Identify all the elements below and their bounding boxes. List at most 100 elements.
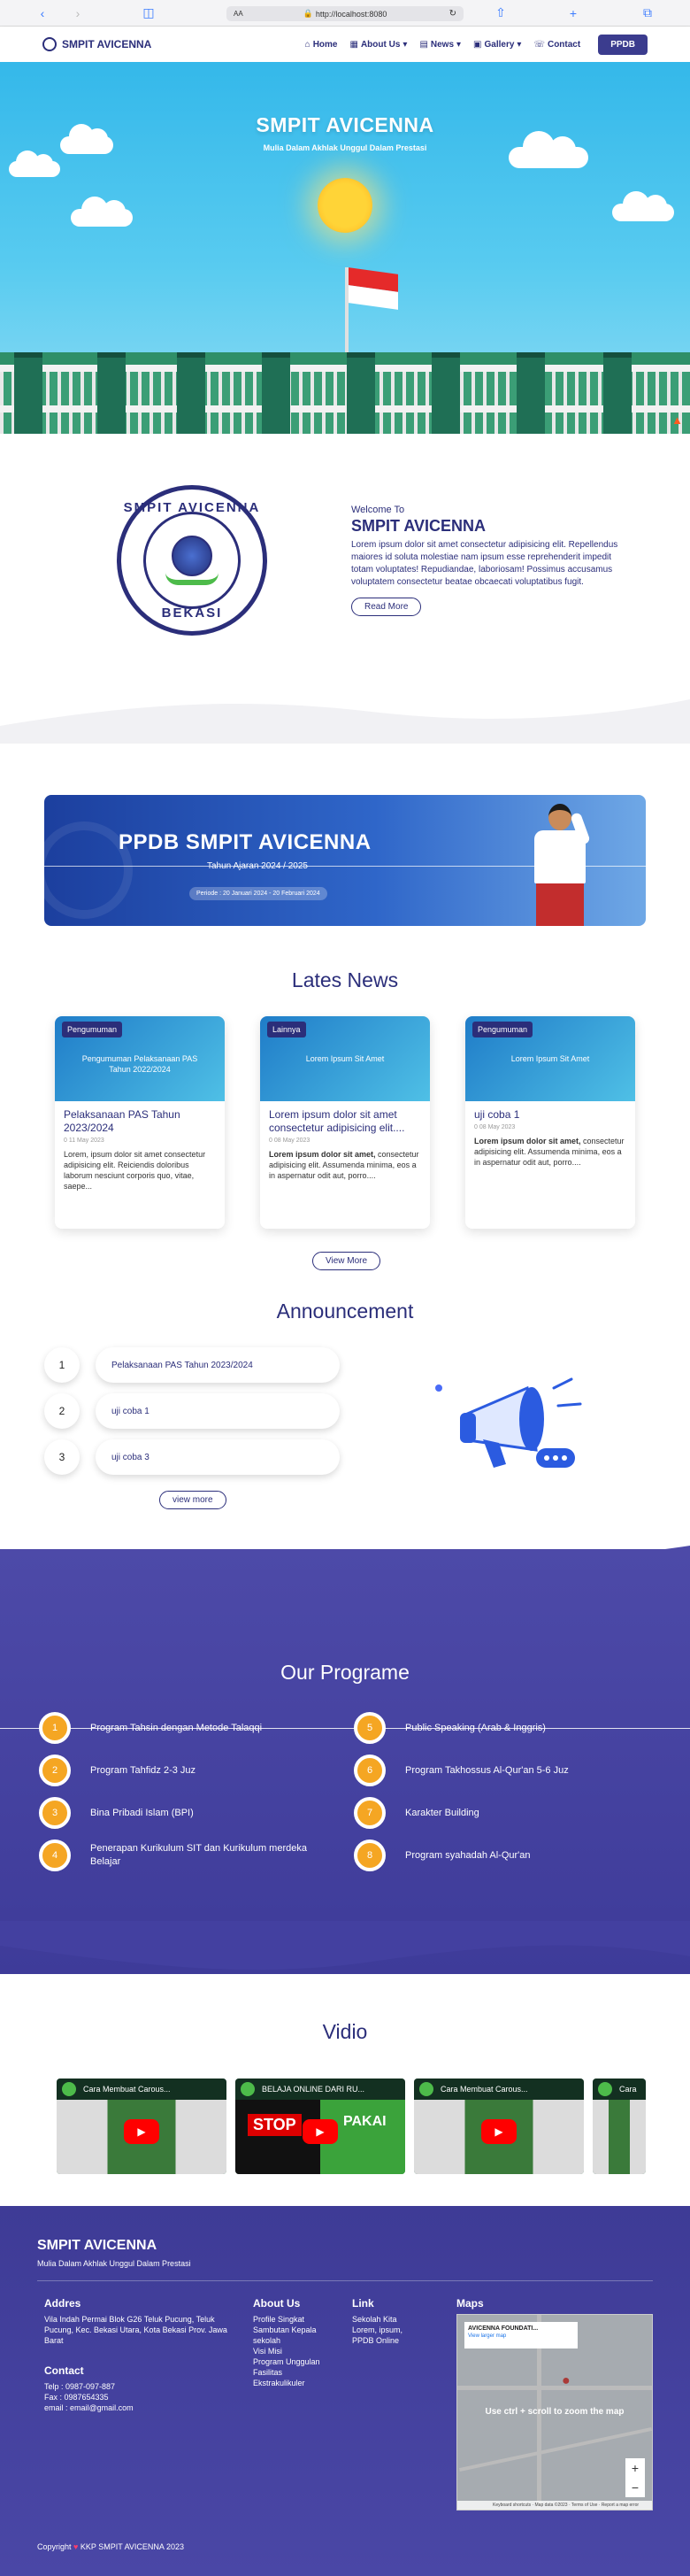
video-embed[interactable]: Cara Membuat Carous... ▶ xyxy=(414,2079,584,2174)
fence-column xyxy=(603,352,632,434)
news-thumbnail: Pengumuman Lorem Ipsum Sit Amet xyxy=(465,1016,635,1101)
news-body: uji coba 1 0 08 May 2023 Lorem ipsum dol… xyxy=(465,1101,635,1175)
caret-down-icon: ▾ xyxy=(402,39,408,50)
url-bar[interactable]: AA 🔒 http://localhost:8080 ↻ xyxy=(226,6,464,21)
footer-link[interactable]: Fasilitas xyxy=(253,2367,333,2378)
view-more-announcement-button[interactable]: view more xyxy=(159,1491,226,1509)
program-item: 3 Bina Pribadi Islam (BPI) xyxy=(39,1797,194,1829)
news-date: 0 08 May 2023 xyxy=(269,1138,310,1144)
nav-news[interactable]: ▤ News ▾ xyxy=(419,40,461,50)
student-head xyxy=(548,804,571,830)
logo-text-top: SMPIT AVICENNA xyxy=(123,500,261,515)
news-title[interactable]: uji coba 1 xyxy=(474,1108,626,1122)
channel-avatar xyxy=(241,2082,255,2096)
nav-contact[interactable]: ☏ Contact xyxy=(533,40,580,50)
news-card[interactable]: Lainnya Lorem Ipsum Sit Amet Lorem ipsum… xyxy=(260,1016,430,1229)
reload-icon[interactable]: ↻ xyxy=(449,9,456,19)
text-size-button[interactable]: AA xyxy=(234,10,243,18)
news-body: Lorem ipsum dolor sit amet consectetur a… xyxy=(260,1101,430,1188)
announcement-item[interactable]: 3 uji coba 3 xyxy=(44,1439,340,1475)
thumbnail-text: Lorem Ipsum Sit Amet xyxy=(510,1054,590,1063)
announcement-text[interactable]: uji coba 3 xyxy=(96,1439,340,1475)
program-number: 3 xyxy=(39,1797,71,1829)
brand[interactable]: SMPIT AVICENNA xyxy=(42,37,151,51)
banner-subtitle: Tahun Ajaran 2024 / 2025 xyxy=(207,861,308,871)
fence-column xyxy=(97,352,126,434)
nav-gallery[interactable]: ▣ Gallery ▾ xyxy=(473,40,521,50)
footer-link[interactable]: Profile Singkat xyxy=(253,2314,333,2325)
program-item: 5 Public Speaking (Arab & Inggris) xyxy=(354,1712,546,1744)
nav-about[interactable]: ▦ About Us ▾ xyxy=(350,40,408,50)
news-title[interactable]: Lorem ipsum dolor sit amet consectetur a… xyxy=(269,1108,421,1135)
announcement-item[interactable]: 2 uji coba 1 xyxy=(44,1393,340,1429)
view-larger-map-link[interactable]: View larger map xyxy=(468,2333,574,2339)
fence-column xyxy=(517,352,545,434)
nav-links: ⌂ Home ▦ About Us ▾ ▤ News ▾ ▣ Gallery ▾ ☏ Conta… xyxy=(305,34,648,55)
footer-link[interactable]: Ekstrakulikuler xyxy=(253,2378,333,2388)
news-title: Lates News xyxy=(291,968,399,991)
news-category: Lainnya xyxy=(267,1022,306,1037)
share-icon[interactable]: ⇧ xyxy=(483,5,518,20)
news-title[interactable]: Pelaksanaan PAS Tahun 2023/2024 xyxy=(64,1108,216,1135)
pakai-text: PAKAI xyxy=(343,2114,387,2129)
caret-down-icon: ▾ xyxy=(456,39,462,50)
ppdb-button[interactable]: PPDB xyxy=(598,34,648,55)
ppdb-banner[interactable]: PPDB SMPIT AVICENNA Tahun Ajaran 2024 / … xyxy=(44,795,646,926)
chevron-right-icon[interactable]: › xyxy=(60,6,96,20)
cloud xyxy=(71,197,133,227)
footer-link[interactable]: PPDB Online xyxy=(352,2335,432,2346)
book-icon[interactable]: ◫ xyxy=(131,5,166,20)
play-icon[interactable]: ▶ xyxy=(481,2119,517,2144)
welcome-section: SMPIT AVICENNA BEKASI Welcome To SMPIT A… xyxy=(0,434,690,726)
logo-text-bottom: BEKASI xyxy=(161,605,223,621)
zoom-in-icon[interactable]: + xyxy=(625,2458,645,2478)
footer-link[interactable]: Visi Misi xyxy=(253,2346,333,2356)
news-thumbnail: Lainnya Lorem Ipsum Sit Amet xyxy=(260,1016,430,1101)
play-icon[interactable]: ▶ xyxy=(124,2119,159,2144)
book-icon xyxy=(165,573,218,585)
chevron-left-icon[interactable]: ‹ xyxy=(25,6,60,20)
news-text: Lorem ipsum dolor sit amet, consectetur … xyxy=(474,1137,625,1167)
announcement-text[interactable]: uji coba 1 xyxy=(96,1393,340,1429)
footer-about: About Us Profile Singkat Sambutan Kepala… xyxy=(253,2298,333,2388)
welcome-text: Welcome To SMPIT AVICENNA Lorem ipsum do… xyxy=(351,505,634,616)
footer-link[interactable]: Program Unggulan xyxy=(253,2356,333,2367)
navbar: SMPIT AVICENNA ⌂ Home ▦ About Us ▾ ▤ News ▾ ▣… xyxy=(0,27,690,62)
zoom-out-icon[interactable]: − xyxy=(625,2478,645,2497)
stop-text: STOP xyxy=(248,2114,302,2136)
program-number: 1 xyxy=(39,1712,71,1744)
news-card[interactable]: Pengumuman Pengumuman Pelaksanaan PAS Ta… xyxy=(55,1016,225,1229)
address-text: Vila Indah Permai Blok G26 Teluk Pucung,… xyxy=(44,2315,227,2345)
address-title: Addres xyxy=(44,2297,81,2310)
hero-section: SMPIT AVICENNA Mulia Dalam Akhlak Unggul… xyxy=(0,62,690,434)
thumbnail-text: Pengumuman Pelaksanaan PAS Tahun 2022/20… xyxy=(81,1054,198,1074)
programs-section: Our Programe 1 Program Tahsin dengan Meto… xyxy=(0,1549,690,1974)
map-zoom-control[interactable]: + − xyxy=(625,2458,645,2497)
image-icon: ▣ xyxy=(473,39,482,50)
video-embed[interactable]: Cara xyxy=(593,2079,646,2174)
announcement-item[interactable]: 1 Pelaksanaan PAS Tahun 2023/2024 xyxy=(44,1347,340,1383)
hero-subtitle: Mulia Dalam Akhlak Unggul Dalam Prestasi xyxy=(263,143,427,152)
maps-title: Maps xyxy=(456,2297,484,2310)
footer-link[interactable]: Sekolah Kita xyxy=(352,2314,432,2325)
announcement-text[interactable]: Pelaksanaan PAS Tahun 2023/2024 xyxy=(96,1347,340,1383)
footer-link[interactable]: Sambutan Kepala sekolah xyxy=(253,2325,333,2346)
new-tab-icon[interactable]: + xyxy=(556,6,591,20)
video-embed[interactable]: BELAJA ONLINE DARI RU... STOP PAKAI ▶ xyxy=(235,2079,405,2174)
map-embed[interactable]: ● AVICENNA FOUNDATI... View larger map Us… xyxy=(456,2314,653,2510)
footer-links: Link Sekolah Kita Lorem, ipsum, PPDB Onl… xyxy=(352,2298,432,2346)
nav-home[interactable]: ⌂ Home xyxy=(305,40,338,50)
url-text: http://localhost:8080 xyxy=(315,9,387,19)
news-card[interactable]: Pengumuman Lorem Ipsum Sit Amet uji coba… xyxy=(465,1016,635,1229)
program-text: Penerapan Kurikulum SIT dan Kurikulum me… xyxy=(90,1843,307,1867)
video-embed[interactable]: Cara Membuat Carous... ▶ xyxy=(57,2079,226,2174)
footer-brand: SMPIT AVICENNA xyxy=(37,2238,157,2253)
cloud xyxy=(9,150,60,177)
globe-icon xyxy=(172,536,212,576)
tabs-icon[interactable]: ⧉ xyxy=(630,5,665,20)
read-more-button[interactable]: Read More xyxy=(351,598,422,616)
brand-name: SMPIT AVICENNA xyxy=(62,38,152,50)
view-more-news-button[interactable]: View More xyxy=(312,1252,381,1270)
footer-link[interactable]: Lorem, ipsum, xyxy=(352,2325,432,2335)
play-icon[interactable]: ▶ xyxy=(303,2119,338,2144)
